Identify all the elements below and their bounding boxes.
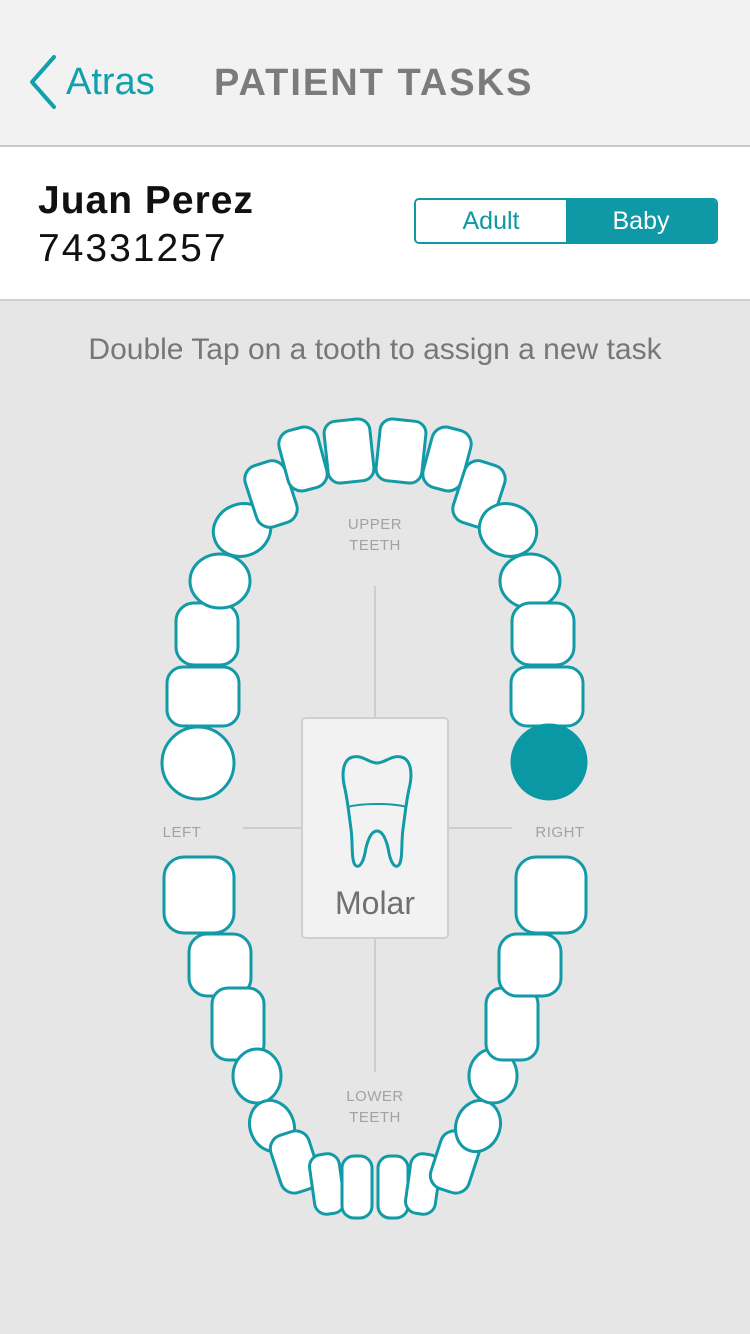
- tooth-upper-left-2[interactable]: [165, 665, 241, 728]
- lower-label-line-1: LOWER: [346, 1088, 404, 1105]
- tooth-lower-right-1[interactable]: [514, 855, 588, 935]
- tooth-upper-left-4[interactable]: [188, 552, 252, 610]
- lower-label-line-2: TEETH: [349, 1109, 401, 1126]
- tooth-chart: [160, 417, 588, 1220]
- molar-icon: [341, 755, 413, 868]
- tooth-upper-left-3[interactable]: [174, 601, 240, 667]
- tooth-lower-right-3[interactable]: [484, 986, 540, 1062]
- tooth-lower-left-8[interactable]: [340, 1154, 374, 1220]
- right-label: RIGHT: [535, 824, 585, 841]
- tooth-upper-left-8[interactable]: [322, 417, 376, 485]
- tooth-upper-right-1-selected[interactable]: [510, 723, 588, 801]
- tooth-lower-right-2[interactable]: [497, 932, 563, 998]
- tooth-upper-right-4[interactable]: [498, 552, 562, 610]
- tooth-upper-left-1[interactable]: [160, 725, 236, 801]
- tooth-lower-right-8[interactable]: [376, 1154, 410, 1220]
- tooth-lower-left-1[interactable]: [162, 855, 236, 935]
- left-label: LEFT: [162, 824, 202, 841]
- tooth-upper-right-2[interactable]: [509, 665, 585, 728]
- tooth-lower-left-7[interactable]: [308, 1152, 346, 1216]
- upper-label-line-2: TEETH: [349, 537, 401, 554]
- upper-teeth-label: UPPER TEETH: [335, 514, 415, 556]
- tooth-lower-left-4[interactable]: [231, 1047, 283, 1105]
- tooth-upper-right-8[interactable]: [374, 417, 428, 485]
- lower-teeth-label: LOWER TEETH: [335, 1086, 415, 1128]
- upper-label-line-1: UPPER: [347, 516, 403, 533]
- tooth-upper-right-3[interactable]: [510, 601, 576, 667]
- selected-tooth-card[interactable]: Molar: [301, 717, 449, 939]
- tooth-type-label: Molar: [334, 885, 415, 921]
